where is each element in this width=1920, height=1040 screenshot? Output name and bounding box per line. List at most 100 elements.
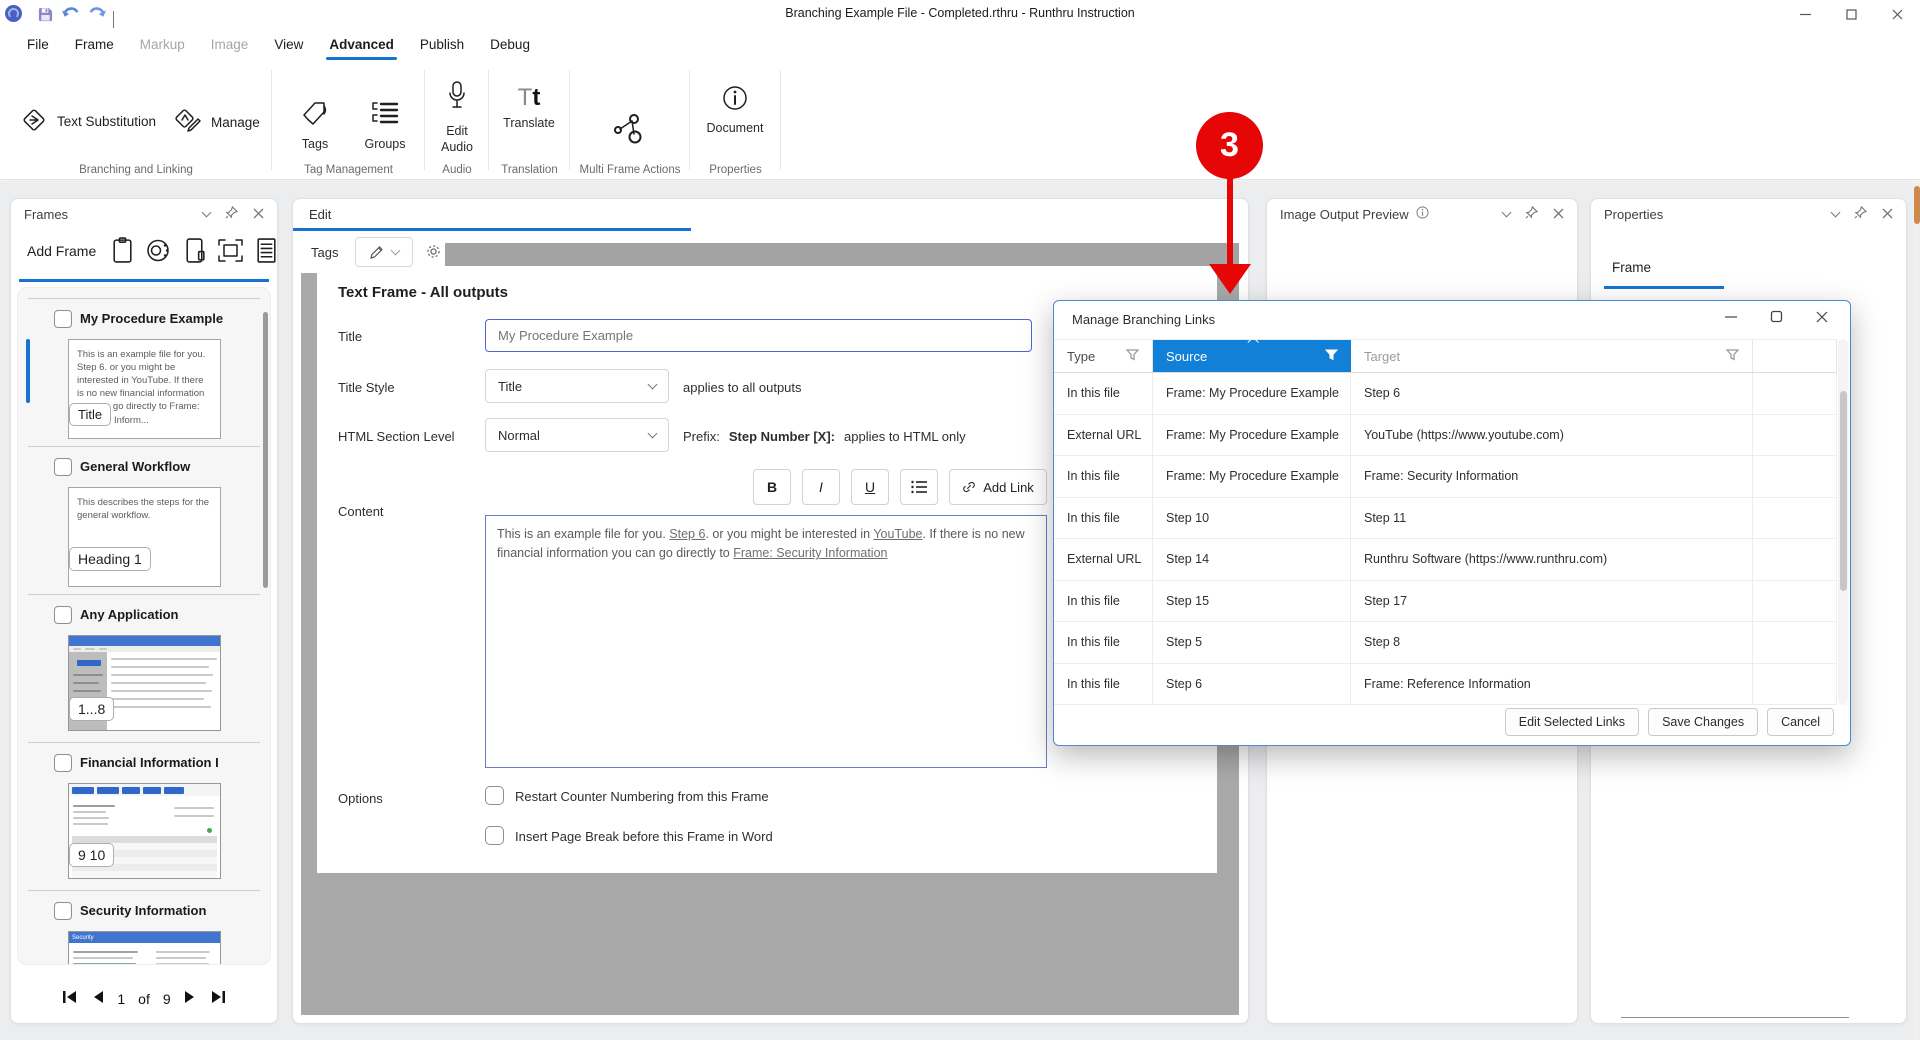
document-properties-button[interactable]: Document bbox=[700, 84, 770, 135]
text-substitution-button[interactable]: Text Substitution bbox=[20, 106, 156, 137]
list-button[interactable] bbox=[900, 469, 938, 505]
column-header-target[interactable]: Target bbox=[1351, 340, 1753, 372]
dialog-scrollbar[interactable] bbox=[1838, 339, 1848, 705]
frame-item-any-application[interactable]: Any Application 1...8 bbox=[28, 594, 260, 742]
manage-button[interactable]: Manage bbox=[172, 106, 260, 139]
first-page-icon[interactable] bbox=[62, 990, 78, 1007]
column-header-type[interactable]: Type bbox=[1054, 340, 1153, 372]
tab-edit[interactable]: Edit bbox=[309, 207, 331, 222]
group-label-translation: Translation bbox=[489, 164, 570, 176]
pin-icon[interactable] bbox=[225, 206, 238, 222]
filter-icon[interactable] bbox=[1325, 349, 1338, 364]
gear-icon[interactable] bbox=[425, 243, 442, 265]
record-frame-icon[interactable] bbox=[145, 237, 172, 269]
tags-button[interactable]: Tags bbox=[286, 98, 344, 151]
insert-page-break-checkbox[interactable] bbox=[485, 826, 504, 845]
properties-divider bbox=[1621, 1017, 1849, 1018]
multi-frame-actions-button[interactable] bbox=[612, 110, 648, 149]
italic-button[interactable]: I bbox=[802, 469, 840, 505]
frame-checkbox[interactable] bbox=[54, 754, 72, 772]
filter-icon[interactable] bbox=[1726, 349, 1739, 364]
current-page-number: 1 bbox=[117, 991, 125, 1007]
window-close-button[interactable] bbox=[1874, 0, 1920, 28]
frame-checkbox[interactable] bbox=[54, 606, 72, 624]
html-section-level-dropdown[interactable]: Normal bbox=[485, 418, 669, 452]
add-capture-frame-icon[interactable] bbox=[217, 237, 244, 269]
close-icon[interactable] bbox=[253, 207, 264, 222]
content-editor[interactable]: This is an example file for you. Step 6.… bbox=[485, 515, 1047, 768]
frame-item-general-workflow[interactable]: General Workflow This describes the step… bbox=[28, 446, 260, 594]
frame-checkbox[interactable] bbox=[54, 902, 72, 920]
chevron-down-icon[interactable] bbox=[1831, 208, 1841, 218]
ribbon-group-branching: Text Substitution Manage Branching and L… bbox=[0, 60, 272, 180]
pin-icon[interactable] bbox=[1525, 206, 1538, 222]
frame-item-security-information[interactable]: Security Information Security bbox=[28, 890, 260, 965]
branch-link-row[interactable]: External URLStep 14Runthru Software (htt… bbox=[1054, 539, 1837, 581]
frame-checkbox[interactable] bbox=[54, 310, 72, 328]
title-style-dropdown[interactable]: Title bbox=[485, 369, 669, 403]
chevron-down-icon[interactable] bbox=[1502, 208, 1512, 218]
previous-page-icon[interactable] bbox=[91, 990, 104, 1007]
options-label: Options bbox=[338, 791, 383, 806]
add-device-frame-icon[interactable] bbox=[183, 237, 206, 269]
window-maximize-button[interactable] bbox=[1828, 0, 1874, 28]
groups-button[interactable]: Groups bbox=[356, 98, 414, 151]
frame-checkbox[interactable] bbox=[54, 458, 72, 476]
save-changes-button[interactable]: Save Changes bbox=[1648, 708, 1758, 736]
branch-link-row[interactable]: In this fileStep 10Step 11 bbox=[1054, 498, 1837, 540]
window-minimize-button[interactable] bbox=[1782, 0, 1828, 28]
page-of-label: of bbox=[138, 991, 150, 1007]
menu-publish[interactable]: Publish bbox=[407, 31, 477, 58]
branch-link-row[interactable]: In this fileFrame: My Procedure ExampleS… bbox=[1054, 373, 1837, 415]
translate-button[interactable]: Tt Translate bbox=[495, 86, 563, 130]
window-scrollbar[interactable] bbox=[1913, 181, 1920, 1040]
close-icon[interactable] bbox=[1882, 207, 1893, 222]
frame-item-my-procedure-example[interactable]: My Procedure Example This is an example … bbox=[28, 298, 260, 446]
edit-audio-button[interactable]: Edit Audio bbox=[430, 80, 484, 156]
branch-link-row[interactable]: In this fileStep 5Step 8 bbox=[1054, 622, 1837, 664]
bold-button[interactable]: B bbox=[753, 469, 791, 505]
properties-tab-frame[interactable]: Frame bbox=[1612, 260, 1651, 275]
title-field-label: Title bbox=[338, 329, 362, 344]
pin-icon[interactable] bbox=[1854, 206, 1867, 222]
filter-icon[interactable] bbox=[1126, 349, 1139, 364]
last-page-icon[interactable] bbox=[210, 990, 226, 1007]
underline-button[interactable]: U bbox=[851, 469, 889, 505]
menu-advanced[interactable]: Advanced bbox=[316, 31, 407, 58]
menu-view[interactable]: View bbox=[261, 31, 316, 58]
menu-bar: File Frame Markup Image View Advanced Pu… bbox=[0, 28, 1920, 60]
dialog-maximize-button[interactable] bbox=[1770, 310, 1783, 328]
add-text-frame-icon[interactable] bbox=[111, 237, 134, 269]
title-style-note: applies to all outputs bbox=[683, 380, 802, 395]
menu-frame[interactable]: Frame bbox=[62, 31, 127, 58]
close-icon[interactable] bbox=[1553, 207, 1564, 222]
dialog-close-button[interactable] bbox=[1816, 310, 1828, 328]
branch-link-row[interactable]: In this fileStep 6Frame: Reference Infor… bbox=[1054, 664, 1837, 706]
window-title: Branching Example File - Completed.rthru… bbox=[0, 6, 1920, 20]
tag-pencil-button[interactable] bbox=[355, 237, 413, 267]
branch-link-row[interactable]: External URLFrame: My Procedure ExampleY… bbox=[1054, 415, 1837, 457]
menu-file[interactable]: File bbox=[14, 31, 62, 58]
column-header-source[interactable]: Source bbox=[1153, 340, 1351, 372]
content-link-youtube[interactable]: YouTube bbox=[873, 527, 922, 541]
chevron-down-icon[interactable] bbox=[202, 208, 212, 218]
branch-link-row[interactable]: In this fileFrame: My Procedure ExampleF… bbox=[1054, 456, 1837, 498]
content-link-step6[interactable]: Step 6 bbox=[669, 527, 705, 541]
content-link-security-frame[interactable]: Frame: Security Information bbox=[733, 546, 887, 560]
cancel-button[interactable]: Cancel bbox=[1767, 708, 1834, 736]
add-document-frame-icon[interactable] bbox=[255, 237, 278, 269]
title-input[interactable] bbox=[485, 319, 1032, 352]
restart-counter-checkbox[interactable] bbox=[485, 786, 504, 805]
window-scrollbar-thumb[interactable] bbox=[1914, 186, 1920, 224]
frame-badge: 1...8 bbox=[69, 697, 114, 721]
dialog-minimize-button[interactable] bbox=[1725, 310, 1737, 328]
menu-debug[interactable]: Debug bbox=[477, 31, 543, 58]
next-page-icon[interactable] bbox=[184, 990, 197, 1007]
frame-item-financial-information[interactable]: Financial Information I 9 10 bbox=[28, 742, 260, 890]
thumbnail-title-text: Security bbox=[72, 935, 94, 941]
dialog-scrollbar-thumb[interactable] bbox=[1840, 391, 1847, 591]
add-link-button[interactable]: Add Link bbox=[949, 469, 1047, 505]
edit-selected-links-button[interactable]: Edit Selected Links bbox=[1505, 708, 1639, 736]
frames-list-scrollbar[interactable] bbox=[263, 312, 268, 588]
branch-link-row[interactable]: In this fileStep 15Step 17 bbox=[1054, 581, 1837, 623]
